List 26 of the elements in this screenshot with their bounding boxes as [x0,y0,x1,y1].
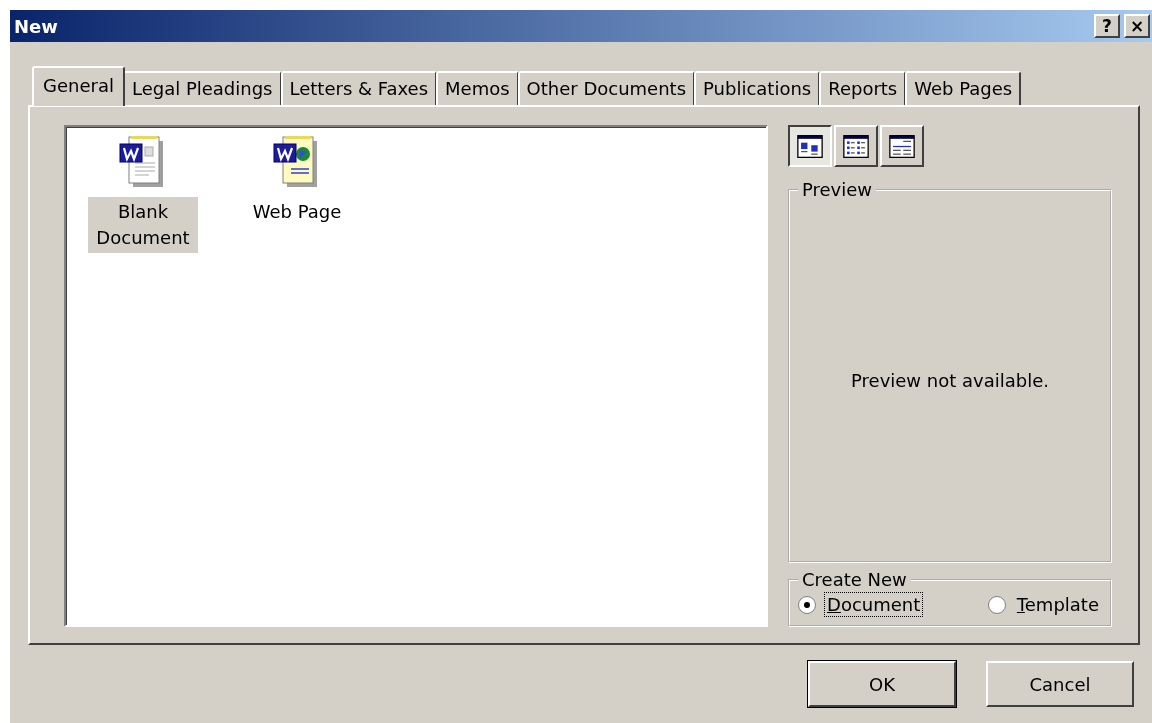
help-button[interactable]: ? [1094,14,1120,38]
template-item[interactable]: Web Page [248,197,346,227]
radio-label[interactable]: Template [1013,592,1102,617]
template-item[interactable]: Blank Document [88,197,198,253]
window-title: New [14,15,58,37]
tab[interactable]: Reports [819,71,907,106]
tab[interactable]: Legal Pleadings [122,71,282,106]
tab[interactable]: Other Documents [517,71,696,106]
preview-message: Preview not available. [851,370,1049,391]
radio-button[interactable] [987,595,1006,614]
close-button[interactable]: × [1124,14,1150,38]
details-view-icon [889,134,915,158]
large-icons-view-icon [797,134,823,158]
tab[interactable]: General [32,66,125,106]
radio-button[interactable] [798,595,816,614]
radio-label[interactable]: Document [824,592,924,617]
tab[interactable]: Letters & Faxes [280,71,438,106]
cancel-button[interactable]: Cancel [986,661,1134,707]
tab[interactable]: Web Pages [905,71,1022,106]
group-label: Create New [801,569,908,590]
tab[interactable]: Memos [436,71,519,106]
group-label: Preview [801,179,874,200]
view-button[interactable] [788,125,832,167]
list-view-icon [843,134,869,158]
ok-button[interactable]: OK [808,661,956,707]
tab[interactable]: Publications [694,71,821,106]
